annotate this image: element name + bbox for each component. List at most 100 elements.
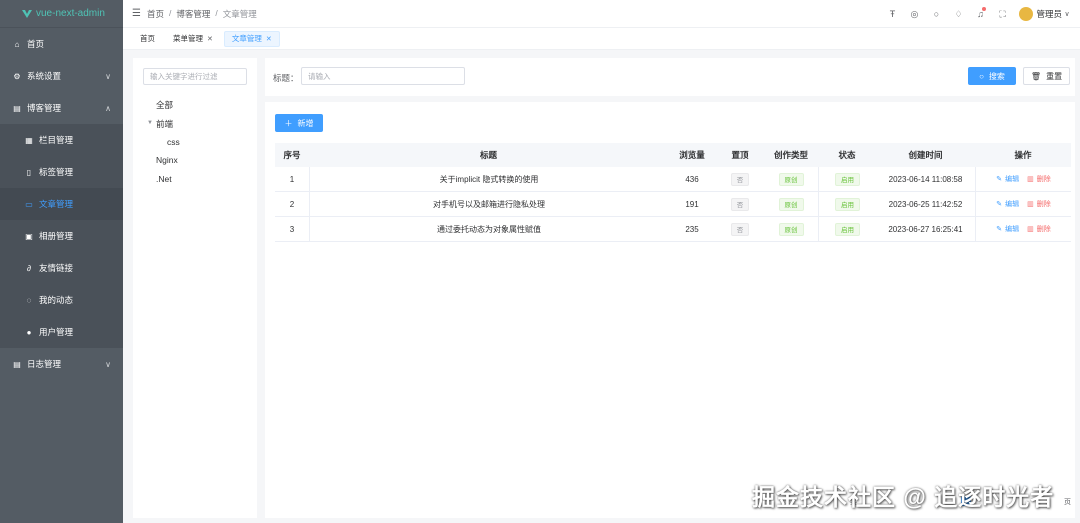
sidebar-item-label: 系统设置 [27, 71, 62, 81]
sidebar-item-label: 用户管理 [39, 327, 74, 337]
article-table: 序号 标题 浏览量 置顶 创作类型 状态 创建时间 操作 1 关于implicit… [275, 143, 1071, 242]
row-top: 否 [716, 192, 764, 216]
close-icon[interactable]: ✕ [207, 35, 213, 43]
search-icon: ○ [979, 71, 984, 81]
tag-icon: ▯ [26, 167, 32, 177]
tree-node-dotnet[interactable]: .Net [156, 174, 172, 184]
tree-node-all[interactable]: 全部 [156, 99, 173, 111]
sidebar-item-0[interactable]: ⌂ 首页 [0, 28, 123, 60]
sidebar-item-9[interactable]: ● 用户管理 [0, 316, 123, 348]
close-icon[interactable]: ✕ [266, 35, 272, 43]
column-header: 创作类型 [773, 150, 808, 160]
sidebar-item-3[interactable]: ▦ 栏目管理 [0, 124, 123, 156]
sidebar-item-5[interactable]: ▭ 文章管理 [0, 188, 123, 220]
delete-button[interactable]: ▥ 删除 [1027, 224, 1051, 234]
trash-icon: ▥ [1027, 176, 1034, 183]
chevron-down-icon[interactable]: ∨ [1062, 10, 1072, 18]
link-icon: ∂ [27, 263, 31, 273]
edit-label: 编辑 [1005, 226, 1020, 233]
sidebar-item-label: 日志管理 [27, 359, 62, 369]
column-header: 置顶 [731, 150, 749, 160]
avatar[interactable] [1019, 7, 1034, 21]
sidebar-item-2[interactable]: ▤ 博客管理 ∧ [0, 92, 123, 124]
delete-button[interactable]: ▥ 删除 [1027, 174, 1051, 184]
edit-icon: ✎ [996, 226, 1003, 233]
table-row: 1 关于implicit 隐式转换的使用 436 否 原创 启用 2023-06-14 11… [275, 167, 1071, 192]
type-badge: 原创 [778, 197, 804, 211]
row-type: 原创 [764, 192, 818, 216]
row-status: 启用 [818, 217, 876, 241]
table-header: 序号 标题 浏览量 置顶 创作类型 状态 创建时间 操作 [275, 143, 1071, 167]
edit-button[interactable]: ✎ 编辑 [996, 174, 1019, 184]
row-views: 235 [685, 224, 699, 234]
column-header: 操作 [1014, 150, 1032, 160]
sidebar-item-label: 文章管理 [39, 199, 74, 209]
breadcrumb-separator: / [215, 7, 218, 18]
top-bar: ☰ 首页 / 博客管理 / 文章管理 Ŧ ◎ ○ ♢ ♫ ⛶ 管理员 ∨ [123, 0, 1080, 28]
top-badge: 否 [730, 197, 750, 211]
article-table-panel: ＋ 新增 序号 标题 浏览量 置顶 创作类型 状态 创建时间 操作 1 关于imp… [265, 102, 1075, 518]
table-row: 3 通过委托动态为对象属性赋值 235 否 原创 启用 2023-06-27 16:25:4… [275, 217, 1071, 242]
tree-node-css[interactable]: css [167, 137, 180, 147]
tree-node-frontend[interactable]: 前端 [156, 118, 173, 130]
sidebar-item-7[interactable]: ∂ 友情链接 [0, 252, 123, 284]
sidebar-item-10[interactable]: ▤ 日志管理 ∨ [0, 348, 123, 380]
caret-down-icon[interactable]: ▼ [147, 120, 153, 126]
log-icon: ▤ [13, 359, 21, 369]
title-search-input[interactable]: 请输入 [301, 67, 465, 85]
reset-button[interactable]: 🗑 重置 [1023, 67, 1070, 85]
status-badge: 启用 [835, 197, 860, 211]
breadcrumb-item-home[interactable]: 首页 [147, 8, 164, 20]
trash-icon: ▥ [1027, 201, 1034, 208]
sidebar-item-6[interactable]: ▣ 相册管理 [0, 220, 123, 252]
language-icon[interactable]: ◎ [903, 9, 925, 20]
status-badge: 启用 [835, 222, 860, 236]
settings-icon: ⚙ [13, 71, 21, 81]
sidebar-item-8[interactable]: ◌ 我的动态 [0, 284, 123, 316]
logo-icon [22, 9, 32, 18]
sidebar-item-label: 博客管理 [27, 103, 62, 113]
home-icon: ⌂ [14, 39, 20, 49]
tag-menu-management[interactable]: 菜单管理 ✕ [166, 31, 220, 47]
row-created: 2023-06-14 11:08:58 [888, 174, 963, 184]
row-status: 启用 [818, 167, 876, 191]
edit-button[interactable]: ✎ 编辑 [996, 224, 1019, 234]
sidebar-item-1[interactable]: ⚙ 系统设置 ∨ [0, 60, 123, 92]
row-number: 2 [289, 199, 295, 209]
table-row: 2 对手机号以及邮箱进行隐私处理 191 否 原创 启用 2023-06-25 11:42:… [275, 192, 1071, 217]
notification-icon[interactable]: ♫ [969, 7, 991, 19]
row-title: 关于implicit 隐式转换的使用 [309, 167, 668, 191]
theme-icon[interactable]: ♢ [947, 9, 969, 20]
tree-filter-input[interactable]: 输入关键字进行过滤 [143, 68, 247, 85]
reset-button-label: 重置 [1046, 71, 1063, 81]
search-panel: 标题： 请输入 ○ 搜索 🗑 重置 [265, 58, 1075, 96]
tag-home[interactable]: 首页 [133, 31, 162, 47]
chevron-down-icon: ∨ [105, 71, 111, 81]
tree-node-nginx[interactable]: Nginx [156, 155, 178, 165]
row-top: 否 [716, 217, 764, 241]
user-name[interactable]: 管理员 [1036, 8, 1062, 20]
chevron-down-icon: ∨ [105, 359, 111, 369]
app-logo[interactable]: vue-next-admin [0, 0, 123, 28]
fullscreen-icon[interactable]: ⛶ [991, 9, 1013, 20]
column-header: 状态 [838, 150, 856, 160]
search-icon[interactable]: ○ [925, 9, 947, 19]
tag-article-management[interactable]: 文章管理 ✕ [223, 30, 280, 47]
breadcrumb: 首页 / 博客管理 / 文章管理 [147, 8, 262, 20]
grid-icon: ▦ [25, 135, 33, 145]
font-size-icon[interactable]: Ŧ [881, 9, 903, 19]
delete-button[interactable]: ▥ 删除 [1027, 199, 1051, 209]
trash-icon: 🗑 [1030, 71, 1042, 81]
sidebar-item-label: 标签管理 [39, 167, 74, 177]
sidebar-item-4[interactable]: ▯ 标签管理 [0, 156, 123, 188]
breadcrumb-item-blog[interactable]: 博客管理 [176, 8, 210, 20]
search-button[interactable]: ○ 搜索 [968, 67, 1016, 85]
edit-icon: ✎ [996, 176, 1003, 183]
breadcrumb-item-current: 文章管理 [222, 8, 257, 19]
add-button-label: 新增 [297, 118, 314, 128]
status-badge: 启用 [835, 172, 860, 186]
delete-label: 删除 [1036, 226, 1051, 233]
menu-collapse-icon[interactable]: ☰ [132, 8, 144, 19]
edit-button[interactable]: ✎ 编辑 [996, 199, 1019, 209]
add-article-button[interactable]: ＋ 新增 [275, 114, 323, 132]
